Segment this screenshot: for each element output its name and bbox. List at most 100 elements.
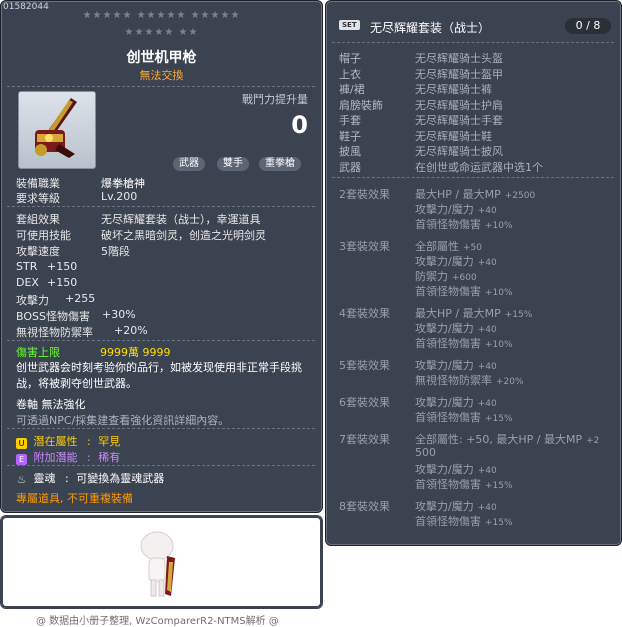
star-force-row-1: ★★★★★ ★★★★★ ★★★★★ [82, 10, 241, 21]
tag-weapon: 武器 [173, 157, 205, 171]
set-effect-amount: +15% [485, 414, 513, 424]
additional-potential-separator: : [87, 451, 91, 464]
set-effect-stat: 攻擊力/魔力 [415, 463, 474, 476]
set-effect-line: 首領怪物傷害 +15% [415, 476, 513, 492]
set-effect-amount: +15% [504, 310, 533, 320]
tag-two-handed: 雙手 [217, 157, 249, 171]
set-effect-value: 无尽辉耀套装（战士），幸運道具 [101, 213, 261, 226]
set-effect-heading: 3套裝效果 [339, 240, 390, 253]
set-effect-stat: 全部屬性: +50, 最大HP / 最大MP [415, 433, 583, 446]
potential-separator: : [87, 435, 91, 448]
set-part-name: 无尽辉耀骑士披风 [415, 145, 503, 158]
set-effect-stat: 500 [415, 446, 436, 459]
set-slot-label: 肩膀裝飾 [339, 98, 383, 112]
set-effect-heading: 8套裝效果 [339, 500, 390, 513]
additional-potential-row: E 附加潛能 : 稀有 [16, 449, 120, 465]
boss-damage-row: BOSS怪物傷害 +30% [16, 308, 136, 324]
job-label: 裝備職業 [16, 177, 60, 190]
set-effect-row: 套組效果 无尽辉耀套装（战士），幸運道具 [16, 211, 261, 227]
level-value: Lv.200 [101, 190, 138, 203]
set-effect-line: 首領怪物傷害 +15% [415, 513, 513, 529]
set-effect-line: 攻擊力/魔力 +40 [415, 498, 497, 514]
set-effect-line: 攻擊力/魔力 +40 [415, 357, 497, 373]
set-effect-stat: 首領怪物傷害 [415, 515, 481, 528]
item-icon [18, 91, 96, 169]
set-effect-heading: 6套裝效果 [339, 396, 390, 409]
item-name: 创世机甲枪 [126, 50, 197, 66]
dex-label: DEX [16, 276, 39, 289]
set-effect-stat: 首領怪物傷害 [415, 411, 481, 424]
boss-damage-label: BOSS怪物傷害 [16, 310, 90, 323]
job-row: 裝備職業 爆拳槍神 [16, 175, 145, 191]
set-effect-line: 攻擊力/魔力 +40 [415, 201, 497, 217]
attack-label: 攻擊力 [16, 294, 49, 307]
set-effect-amount: +20% [496, 377, 524, 387]
soul-value: 可變換為靈魂武器 [76, 472, 165, 485]
trade-status: 無法交換 [139, 69, 184, 82]
level-row: 要求等級 Lv.200 [16, 190, 137, 206]
set-effect-stat: 攻擊力/魔力 [415, 359, 474, 372]
set-slot-label: 披風 [339, 145, 361, 158]
set-effect-stat: 防禦力 [415, 270, 448, 283]
set-effect-amount: +10% [485, 221, 513, 231]
divider [7, 206, 315, 207]
potential-row: U 潛在屬性 : 罕見 [16, 433, 120, 449]
set-effect-amount: +600 [452, 273, 477, 283]
set-effect-amount: +40 [477, 325, 497, 335]
set-effect-stat: 首領怪物傷害 [415, 218, 481, 231]
set-slot-label: 上衣 [339, 67, 361, 81]
str-row: STR +150 [16, 260, 77, 273]
set-effect-line: 攻擊力/魔力 +40 [415, 320, 497, 336]
set-effect-heading: 7套裝效果 [339, 433, 390, 446]
skill-label: 可使用技能 [16, 229, 71, 242]
divider [7, 465, 315, 466]
set-effect-heading: 4套裝效果 [339, 307, 390, 320]
set-effect-stat: 最大HP / 最大MP [415, 188, 501, 201]
set-effect-line: 首領怪物傷害 +10% [415, 335, 513, 351]
set-slot-label: 帽子 [339, 52, 361, 65]
set-effect-line: 全部屬性: +50, 最大HP / 最大MP +2 [415, 431, 599, 447]
set-effect-line: 首領怪物傷害 +10% [415, 283, 513, 299]
star-force-row-2: ★★★★★ ★★ [124, 27, 199, 38]
divider [332, 177, 614, 178]
additional-potential-e-icon: E [16, 454, 27, 465]
character-avatar [140, 531, 175, 597]
set-part-name: 无尽辉耀骑士鞋 [415, 129, 492, 143]
additional-potential-label: 附加潛能 [33, 451, 78, 464]
set-slot-label: 武器 [339, 160, 361, 174]
attack-value: +255 [65, 292, 96, 305]
attack-speed-value: 5階段 [101, 245, 130, 258]
attack-row: 攻擊力 +255 [16, 292, 95, 308]
set-effect-stat: 首領怪物傷害 [415, 478, 481, 491]
set-effect-stat: 最大HP / 最大MP [415, 307, 501, 320]
set-badge: SET [339, 20, 360, 30]
divider [332, 42, 614, 43]
soul-label: 靈魂 [33, 472, 56, 485]
set-effect-amount: +40 [477, 399, 497, 409]
set-effect-amount: +10% [485, 288, 513, 298]
item-description: 创世武器会时刻考验你的品行，如被发现使用非正常手段挑战，将被剥夺创世武器。 [16, 361, 302, 390]
set-count: 0 / 8 [565, 18, 611, 34]
set-effect-label: 套組效果 [16, 213, 60, 226]
dex-row: DEX +150 [16, 276, 77, 289]
set-effect-amount: +40 [477, 466, 497, 476]
scroll-status: 卷軸 無法強化 [16, 398, 86, 411]
set-part-name: 无尽辉耀骑士头盔 [415, 52, 503, 65]
damage-cap-value: 9999萬 9999 [100, 346, 171, 359]
attack-speed-row: 攻擊速度 5階段 [16, 243, 130, 259]
set-effect-amount: +50 [463, 243, 482, 253]
set-effect-amount: +40 [477, 503, 497, 513]
dex-value: +150 [47, 276, 78, 289]
set-slot-label: 褲/裙 [339, 83, 365, 96]
attack-speed-label: 攻擊速度 [16, 245, 60, 258]
set-slot-label: 手套 [339, 114, 361, 127]
item-tooltip-panel: 01582044 ★★★★★ ★★★★★ ★★★★★ ★★★★★ ★★ 创世机甲… [0, 0, 323, 513]
soul-separator: : [65, 472, 69, 485]
skill-value: 破坏之黑暗剑灵，创造之光明剑灵 [101, 229, 266, 242]
set-effect-stat: 攻擊力/魔力 [415, 396, 474, 409]
set-effect-line: 500 [415, 446, 440, 459]
set-part-name: 无尽辉耀骑士手套 [415, 114, 503, 127]
footer-credit: @ 数据由小册子整理, WzComparerR2-NTMS解析 @ [36, 616, 279, 627]
set-effect-stat: 攻擊力/魔力 [415, 322, 474, 335]
ignore-defense-row: 無視怪物防禦率 +20% [16, 324, 148, 340]
